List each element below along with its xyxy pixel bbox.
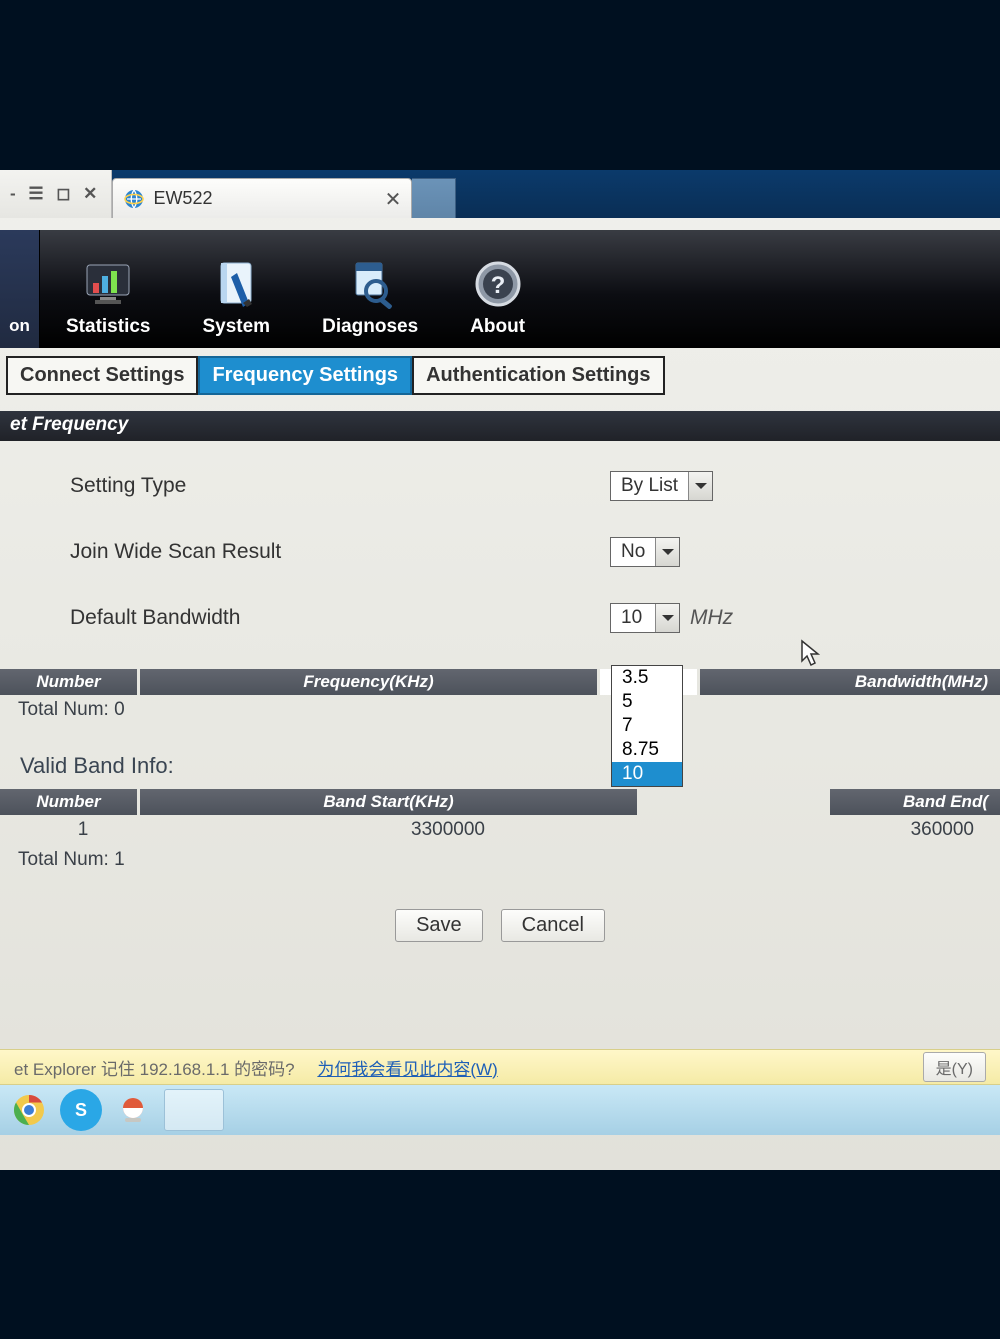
cell-band-start: 3300000 [148,819,748,841]
freq-total: Total Num: 0 [0,695,1000,725]
chrome-icon[interactable] [8,1089,50,1131]
form-area: Setting Type By List Join Wide Scan Resu… [0,441,1000,952]
main-nav: on Statistics System Diagnoses [0,230,1000,348]
dropdown-option[interactable]: 5 [612,690,682,714]
valid-band-heading: Valid Band Info: [0,725,1000,789]
diagnoses-icon [343,258,397,310]
label-join-wide-scan: Join Wide Scan Result [70,540,610,564]
infobar-yes-button[interactable]: 是(Y) [923,1052,986,1082]
skype-icon[interactable]: S [60,1089,102,1131]
dropdown-option[interactable]: 3.5 [612,666,682,690]
svg-text:?: ? [490,272,505,299]
browser-toolbar-icons[interactable]: - ☰ ◻ ✕ [0,170,112,218]
nav-item-label: Statistics [66,316,150,338]
ie-infobar: et Explorer 记住 192.168.1.1 的密码? 为何我会看见此内… [0,1049,1000,1085]
cancel-button[interactable]: Cancel [501,909,605,942]
toolbar-glyphs: - ☰ ◻ ✕ [10,184,101,204]
taskbar[interactable]: S [0,1085,1000,1135]
select-setting-type[interactable]: By List [610,471,713,501]
nav-diagnoses[interactable]: Diagnoses [296,230,444,348]
tab-frequency-settings[interactable]: Frequency Settings [198,356,412,395]
freq-table-header: Number Frequency(KHz) Bandwidth(MHz) [0,669,1000,695]
table-row: 1 3300000 360000 [0,815,1000,845]
row-join-wide-scan: Join Wide Scan Result No [0,519,1000,585]
bandwidth-dropdown[interactable]: 3.5 5 7 8.75 10 [611,665,683,787]
browser-tabbar: - ☰ ◻ ✕ EW522 ✕ [0,170,1000,218]
nav-item-label: System [202,316,270,338]
about-icon: ? [471,258,525,310]
chevron-down-icon [655,604,679,632]
button-bar: Save Cancel [0,875,1000,952]
col-number: Number [0,789,140,815]
nav-statistics[interactable]: Statistics [40,230,176,348]
nav-about[interactable]: ? About [444,230,551,348]
select-default-bandwidth[interactable]: 10 [610,603,680,633]
band-table-header: Number Band Start(KHz) Band End( [0,789,1000,815]
tab-title: EW522 [153,188,212,209]
save-button[interactable]: Save [395,909,483,942]
browser-tab[interactable]: EW522 ✕ [112,178,412,218]
unit-mhz: MHz [690,606,733,630]
row-setting-type: Setting Type By List [0,453,1000,519]
new-tab-button[interactable] [412,178,456,218]
cell-band-end: 360000 [748,819,982,841]
nav-leading-fragment: on [0,230,40,348]
dropdown-option[interactable]: 10 [612,762,682,786]
row-default-bandwidth: Default Bandwidth 10 MHz [0,585,1000,651]
section-header: et Frequency [0,411,1000,441]
tab-authentication-settings[interactable]: Authentication Settings [412,356,664,395]
nav-item-label: About [470,316,525,338]
select-value: No [611,538,655,566]
col-number: Number [0,669,140,695]
infobar-text: et Explorer 记住 192.168.1.1 的密码? [14,1060,295,1079]
dropdown-option[interactable]: 8.75 [612,738,682,762]
ie-icon [123,188,145,210]
sub-tabs: Connect Settings Frequency Settings Auth… [0,348,1000,395]
label-setting-type: Setting Type [70,474,610,498]
select-join-wide-scan[interactable]: No [610,537,680,567]
tab-close-icon[interactable]: ✕ [385,187,402,212]
nav-item-label: Diagnoses [322,316,418,338]
app-icon[interactable] [112,1089,154,1131]
chevron-down-icon [688,472,712,500]
system-icon [209,258,263,310]
col-band-start: Band Start(KHz) [140,789,640,815]
dropdown-option[interactable]: 7 [612,714,682,738]
select-value: By List [611,472,688,500]
band-total: Total Num: 1 [0,845,1000,875]
tab-connect-settings[interactable]: Connect Settings [6,356,198,395]
cell-number: 1 [18,819,148,841]
statistics-icon [81,258,135,310]
col-band-end: Band End( [830,789,1000,815]
infobar-link[interactable]: 为何我会看见此内容(W) [317,1060,497,1079]
window-thumb[interactable] [164,1089,224,1131]
select-value: 10 [611,604,655,632]
cursor-icon [800,639,822,667]
col-bandwidth: Bandwidth(MHz) [700,669,1000,695]
nav-system[interactable]: System [176,230,296,348]
chevron-down-icon [655,538,679,566]
svg-text:S: S [75,1100,87,1120]
label-default-bandwidth: Default Bandwidth [70,606,610,630]
col-frequency: Frequency(KHz) [140,669,600,695]
